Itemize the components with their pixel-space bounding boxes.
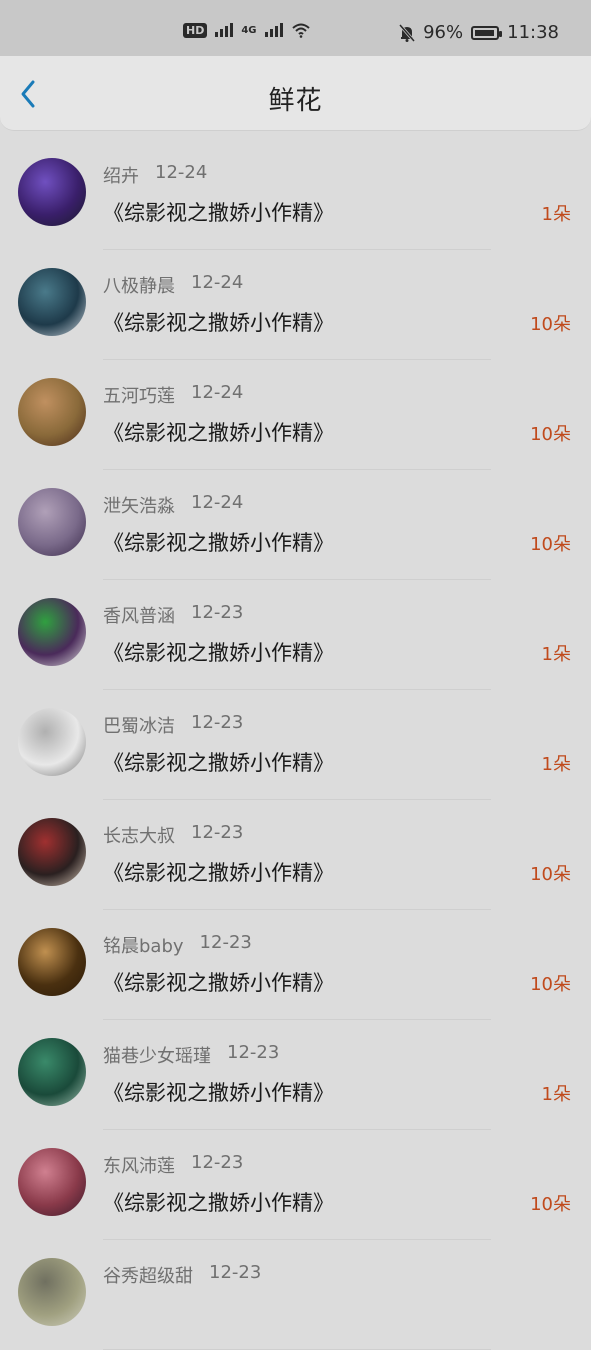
avatar[interactable] [18, 158, 86, 226]
network-type-label: 4G [241, 24, 257, 36]
avatar[interactable] [18, 928, 86, 996]
avatar[interactable] [18, 708, 86, 776]
gift-date: 12-23 [199, 932, 252, 953]
gift-date: 12-24 [191, 382, 244, 403]
flower-count: 10朵 [530, 424, 571, 445]
list-item[interactable]: 绍卉 12-24 《综影视之撒娇小作精》 1朵 [0, 140, 591, 250]
gift-date: 12-23 [191, 1152, 244, 1173]
list-item[interactable]: 铭晨baby 12-23 《综影视之撒娇小作精》 10朵 [0, 910, 591, 1020]
hd-badge: HD [183, 22, 208, 38]
avatar[interactable] [18, 488, 86, 556]
user-name[interactable]: 谷秀超级甜 [103, 1262, 193, 1288]
book-title[interactable]: 《综影视之撒娇小作精》 [103, 417, 334, 447]
avatar[interactable] [18, 268, 86, 336]
list-item[interactable]: 巴蜀冰洁 12-23 《综影视之撒娇小作精》 1朵 [0, 690, 591, 800]
gift-date: 12-24 [191, 492, 244, 513]
user-name[interactable]: 泄矢浩淼 [103, 492, 175, 518]
user-info: 香风普涵 12-23 [103, 602, 243, 628]
avatar[interactable] [18, 1258, 86, 1326]
gift-date: 12-23 [227, 1042, 280, 1063]
avatar[interactable] [18, 378, 86, 446]
bell-muted-icon [399, 23, 416, 42]
flower-count: 10朵 [530, 974, 571, 995]
avatar[interactable] [18, 1148, 86, 1216]
user-info: 东风沛莲 12-23 [103, 1152, 243, 1178]
list-item[interactable]: 东风沛莲 12-23 《综影视之撒娇小作精》 10朵 [0, 1130, 591, 1240]
list-item[interactable]: 长志大叔 12-23 《综影视之撒娇小作精》 10朵 [0, 800, 591, 910]
user-name[interactable]: 五河巧莲 [103, 382, 175, 408]
flower-count: 1朵 [541, 644, 571, 665]
user-name[interactable]: 铭晨baby [103, 932, 184, 958]
book-title[interactable]: 《综影视之撒娇小作精》 [103, 857, 334, 887]
user-name[interactable]: 八极静晨 [103, 272, 175, 298]
avatar[interactable] [18, 818, 86, 886]
flower-count: 1朵 [541, 204, 571, 225]
flower-count: 10朵 [530, 534, 571, 555]
list-item[interactable]: 谷秀超级甜 12-23 [0, 1240, 591, 1350]
user-info: 长志大叔 12-23 [103, 822, 243, 848]
gift-date: 12-23 [191, 602, 244, 623]
status-bar: HD 4G 96% 11:38 [0, 0, 591, 56]
user-name[interactable]: 香风普涵 [103, 602, 175, 628]
user-name[interactable]: 长志大叔 [103, 822, 175, 848]
flower-count: 1朵 [541, 754, 571, 775]
battery-percent: 96% [423, 22, 464, 43]
signal-icon [215, 23, 234, 37]
navigation-header: 鲜花 [0, 56, 591, 131]
list-item[interactable]: 五河巧莲 12-24 《综影视之撒娇小作精》 10朵 [0, 360, 591, 470]
book-title[interactable]: 《综影视之撒娇小作精》 [103, 1187, 334, 1217]
signal-icon-2 [264, 23, 283, 37]
gift-date: 12-24 [155, 162, 208, 183]
wifi-icon [291, 23, 310, 38]
book-title[interactable]: 《综影视之撒娇小作精》 [103, 747, 334, 777]
gift-date: 12-24 [191, 272, 244, 293]
flower-count: 1朵 [541, 1084, 571, 1105]
gift-date: 12-23 [191, 822, 244, 843]
flower-gift-list[interactable]: 绍卉 12-24 《综影视之撒娇小作精》 1朵 八极静晨 12-24 《综影视之撒娇小作精》… [0, 140, 591, 1350]
list-item[interactable]: 香风普涵 12-23 《综影视之撒娇小作精》 1朵 [0, 580, 591, 690]
clock: 11:38 [507, 22, 559, 43]
flower-count: 10朵 [530, 314, 571, 335]
avatar[interactable] [18, 598, 86, 666]
battery-icon [471, 25, 503, 40]
book-title[interactable]: 《综影视之撒娇小作精》 [103, 637, 334, 667]
user-info: 巴蜀冰洁 12-23 [103, 712, 243, 738]
user-info: 铭晨baby 12-23 [103, 932, 252, 958]
user-info: 八极静晨 12-24 [103, 272, 243, 298]
book-title[interactable]: 《综影视之撒娇小作精》 [103, 527, 334, 557]
user-name[interactable]: 东风沛莲 [103, 1152, 175, 1178]
list-item[interactable]: 猫巷少女瑶瑾 12-23 《综影视之撒娇小作精》 1朵 [0, 1020, 591, 1130]
flower-count: 10朵 [530, 1194, 571, 1215]
user-info: 谷秀超级甜 12-23 [103, 1262, 261, 1288]
gift-date: 12-23 [209, 1262, 262, 1283]
book-title[interactable]: 《综影视之撒娇小作精》 [103, 1077, 334, 1107]
flower-count: 10朵 [530, 864, 571, 885]
network-indicators: HD 4G [183, 22, 311, 38]
user-info: 五河巧莲 12-24 [103, 382, 243, 408]
book-title[interactable]: 《综影视之撒娇小作精》 [103, 307, 334, 337]
gift-date: 12-23 [191, 712, 244, 733]
book-title[interactable]: 《综影视之撒娇小作精》 [103, 197, 334, 227]
system-indicators: 96% 11:38 [399, 22, 559, 43]
list-item[interactable]: 泄矢浩淼 12-24 《综影视之撒娇小作精》 10朵 [0, 470, 591, 580]
user-name[interactable]: 猫巷少女瑶瑾 [103, 1042, 211, 1068]
user-name[interactable]: 绍卉 [103, 162, 139, 188]
user-info: 绍卉 12-24 [103, 162, 207, 188]
user-name[interactable]: 巴蜀冰洁 [103, 712, 175, 738]
list-item[interactable]: 八极静晨 12-24 《综影视之撒娇小作精》 10朵 [0, 250, 591, 360]
user-info: 猫巷少女瑶瑾 12-23 [103, 1042, 279, 1068]
page-title: 鲜花 [268, 86, 323, 116]
user-info: 泄矢浩淼 12-24 [103, 492, 243, 518]
book-title[interactable]: 《综影视之撒娇小作精》 [103, 967, 334, 997]
avatar[interactable] [18, 1038, 86, 1106]
